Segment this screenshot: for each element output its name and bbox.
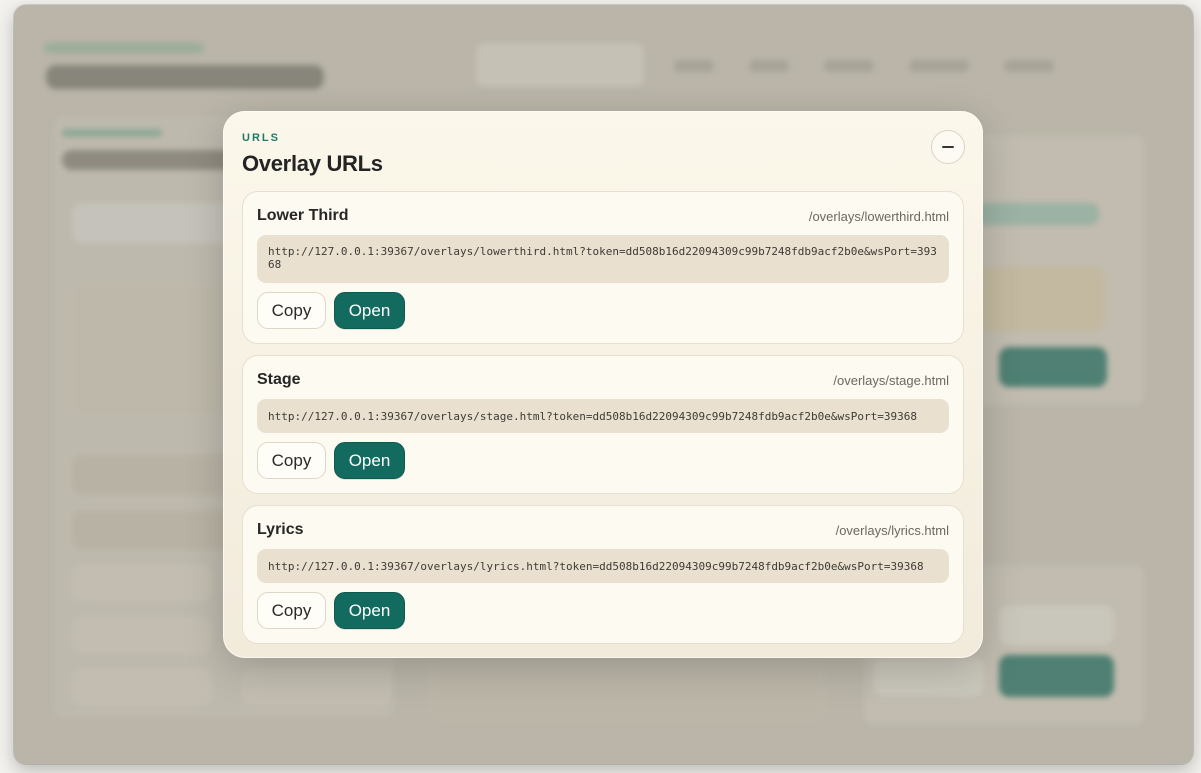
overlay-url[interactable]: http://127.0.0.1:39367/overlays/lyrics.h…: [257, 549, 949, 583]
open-button[interactable]: Open: [334, 292, 405, 329]
minus-icon: [942, 146, 954, 148]
dialog-title: Overlay URLs: [242, 151, 383, 176]
overlay-name: Lower Third: [257, 207, 349, 224]
copy-button[interactable]: Copy: [257, 592, 326, 629]
overlay-card-lyrics: Lyrics /overlays/lyrics.html http://127.…: [242, 505, 964, 644]
copy-button[interactable]: Copy: [257, 292, 326, 329]
overlay-path: /overlays/lyrics.html: [835, 522, 949, 538]
overlay-name: Lyrics: [257, 521, 304, 538]
open-button[interactable]: Open: [334, 442, 405, 479]
overlay-path: /overlays/lowerthird.html: [808, 208, 949, 224]
overlay-path: /overlays/stage.html: [833, 372, 949, 388]
overlay-url[interactable]: http://127.0.0.1:39367/overlays/lowerthi…: [257, 235, 949, 283]
open-button[interactable]: Open: [334, 592, 405, 629]
dialog-eyebrow: URLS: [242, 132, 280, 144]
overlay-url[interactable]: http://127.0.0.1:39367/overlays/stage.ht…: [257, 399, 949, 433]
overlay-name: Stage: [257, 371, 301, 388]
copy-button[interactable]: Copy: [257, 442, 326, 479]
overlay-list: Lower Third /overlays/lowerthird.html ht…: [242, 191, 964, 644]
overlay-card-lower-third: Lower Third /overlays/lowerthird.html ht…: [242, 191, 964, 344]
close-button[interactable]: [931, 130, 965, 164]
overlay-urls-dialog: URLS Overlay URLs Lower Third /overlays/…: [223, 111, 983, 658]
overlay-card-stage: Stage /overlays/stage.html http://127.0.…: [242, 355, 964, 494]
